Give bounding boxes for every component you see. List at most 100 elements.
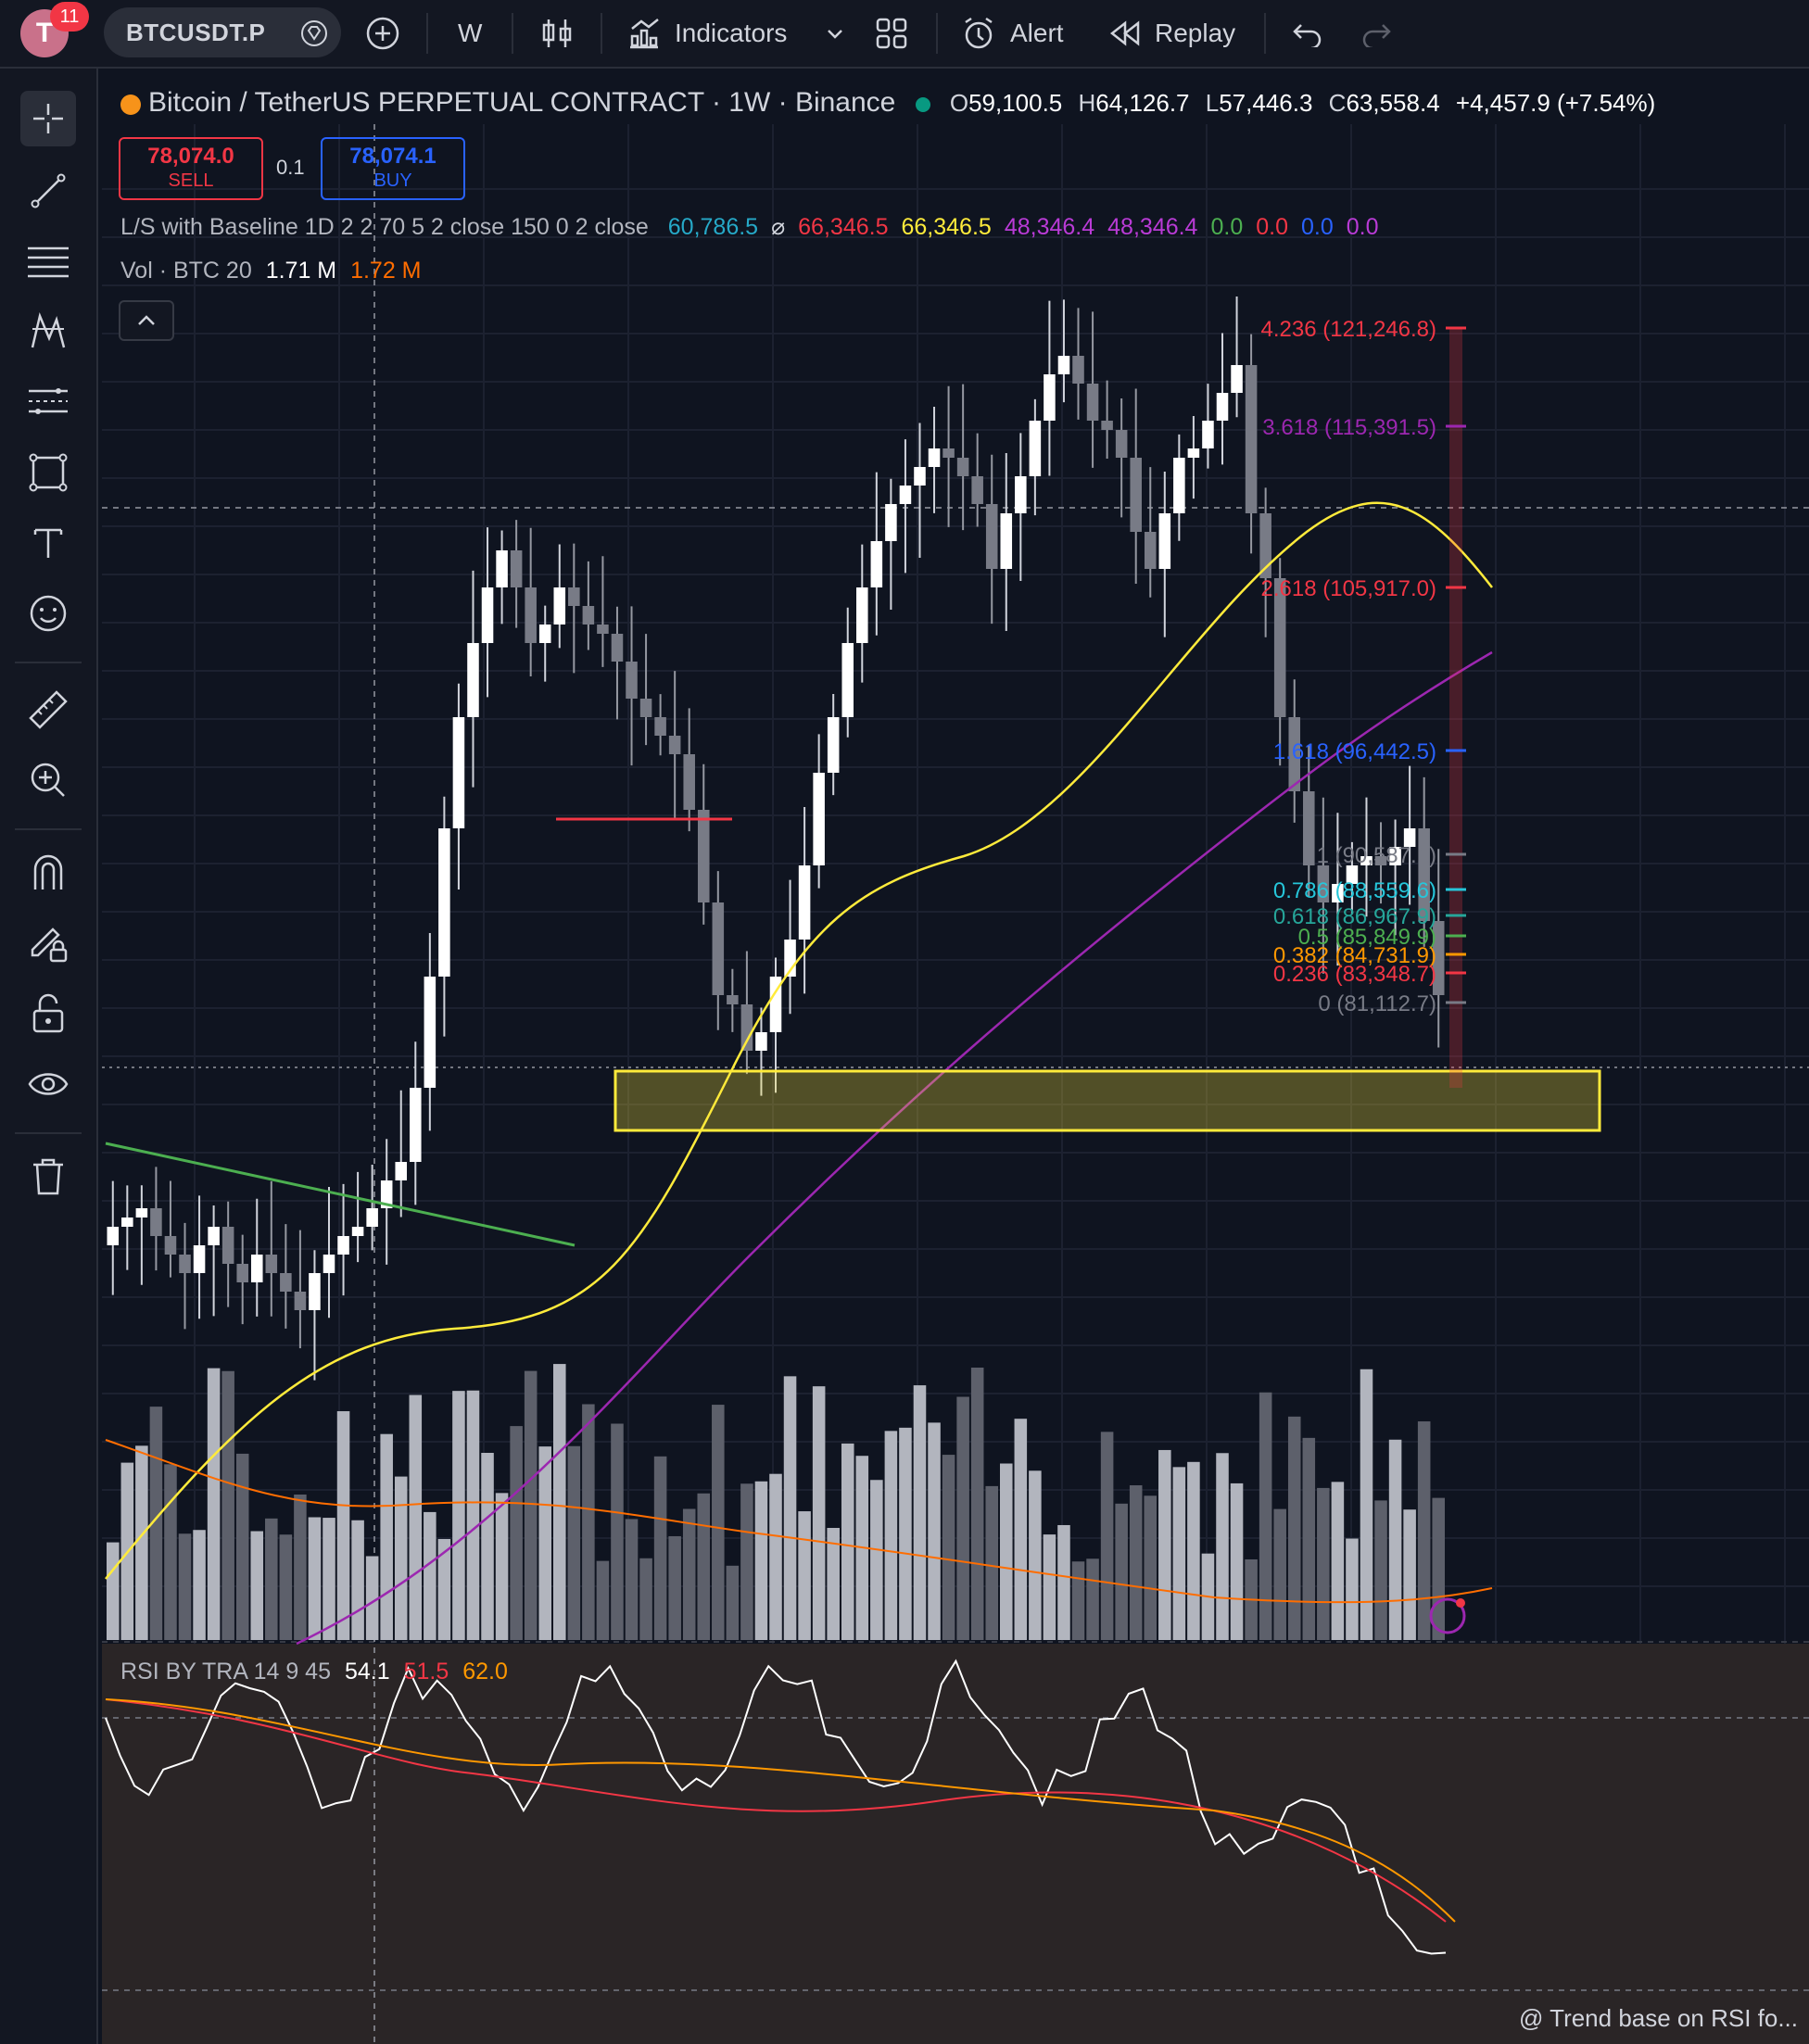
sell-button[interactable]: 78,074.0 SELL xyxy=(119,137,263,200)
chart-pane[interactable]: 4.236 (121,246.8) 3.618 (115,391.5) 2.618 … xyxy=(102,69,1809,2044)
rsi-name: RSI BY TRA 14 9 45 xyxy=(120,1659,331,1684)
indicator-note-text: @ Trend base on RSI fo... xyxy=(1519,2004,1798,2032)
indicators-dropdown[interactable] xyxy=(825,13,845,54)
shapes-tool[interactable] xyxy=(20,445,76,500)
indicator-legend[interactable]: L/S with Baseline 1D 2 2 70 5 2 close 15… xyxy=(120,213,1379,241)
forecast-tool[interactable] xyxy=(20,374,76,430)
pattern-tool[interactable] xyxy=(20,304,76,360)
volume-bar xyxy=(221,1370,234,1640)
volume-bar xyxy=(1129,1485,1143,1640)
collapse-legend-button[interactable] xyxy=(119,300,174,341)
drawing-toolbar xyxy=(0,69,98,2044)
emoji-tool[interactable] xyxy=(20,586,76,641)
candle-body xyxy=(1187,448,1200,458)
volume-bar xyxy=(567,1445,581,1640)
quantity-value[interactable]: 0.1 xyxy=(276,156,305,180)
interval-button[interactable]: W xyxy=(458,13,482,54)
volume-ma: 1.72 M xyxy=(350,258,422,284)
separator xyxy=(15,828,82,830)
volume-bar xyxy=(323,1518,335,1640)
indicators-button[interactable]: Indicators xyxy=(626,13,787,54)
volume-bar xyxy=(207,1368,221,1640)
volume-bar xyxy=(1144,1495,1158,1640)
replay-button[interactable]: Replay xyxy=(1108,13,1235,54)
ruler-tool[interactable] xyxy=(20,682,76,738)
alert-icon xyxy=(965,17,993,49)
redo-icon xyxy=(1362,24,1391,47)
volume-bar xyxy=(870,1480,883,1640)
candle-body xyxy=(942,448,955,458)
volume-bar xyxy=(1273,1508,1286,1640)
volume-bar xyxy=(754,1481,768,1640)
volume-bar xyxy=(1158,1449,1171,1640)
notification-badge: 11 xyxy=(50,2,89,32)
candle-body xyxy=(1202,421,1214,448)
candle-body xyxy=(856,587,868,643)
symbol-search-button[interactable]: BTCUSDT.P xyxy=(104,7,341,57)
unlock-tool[interactable] xyxy=(20,986,76,1041)
candle-body xyxy=(351,1227,364,1236)
volume-bar xyxy=(1216,1453,1229,1640)
unlock-icon xyxy=(32,993,64,1033)
zoom-in-tool[interactable] xyxy=(20,752,76,808)
candle-body xyxy=(1057,356,1070,374)
candle-body xyxy=(1086,384,1099,421)
indicator-value: ⌀ xyxy=(771,214,786,240)
candle-body xyxy=(538,625,551,643)
add-symbol-button[interactable] xyxy=(365,13,400,54)
rsi-legend[interactable]: RSI BY TRA 14 9 45 54.1 51.5 62.0 xyxy=(120,1659,508,1685)
emoji-icon xyxy=(30,595,67,632)
remove-drawings-tool[interactable] xyxy=(20,1149,76,1205)
volume-bar xyxy=(1000,1463,1013,1640)
candle-body xyxy=(654,717,666,736)
chevron-up-icon xyxy=(138,315,155,325)
text-tool[interactable] xyxy=(20,515,76,571)
open-label: O xyxy=(949,89,969,117)
volume-bar xyxy=(235,1453,249,1640)
volume-bar xyxy=(1259,1392,1272,1640)
candle-body xyxy=(885,504,897,541)
indicators-icon xyxy=(630,19,659,49)
separator xyxy=(1264,13,1266,54)
volume-bar xyxy=(899,1427,912,1640)
volume-legend[interactable]: Vol · BTC 20 1.71 M 1.72 M xyxy=(120,258,422,284)
volume-bar xyxy=(466,1390,480,1640)
fib-level-label: 0.786 (88,559.6) xyxy=(1273,878,1436,903)
candle-body xyxy=(337,1236,349,1255)
eye-icon xyxy=(28,1073,69,1095)
undo-button[interactable] xyxy=(1292,13,1323,54)
layout-button[interactable] xyxy=(875,13,908,54)
redo-button[interactable] xyxy=(1360,13,1392,54)
candle-body xyxy=(424,977,436,1088)
alert-button[interactable]: Alert xyxy=(960,13,1064,54)
candle-body xyxy=(452,717,465,828)
buy-button[interactable]: 78,074.1 BUY xyxy=(321,137,465,200)
fib-tool[interactable] xyxy=(20,233,76,289)
trash-icon xyxy=(33,1158,63,1195)
candle-body xyxy=(1115,430,1128,458)
volume-bar xyxy=(279,1534,293,1640)
candle-body xyxy=(179,1255,191,1273)
hide-tool[interactable] xyxy=(20,1056,76,1112)
price-chart[interactable]: 4.236 (121,246.8) 3.618 (115,391.5) 2.618 … xyxy=(102,69,1809,2044)
trendline-tool[interactable] xyxy=(20,163,76,219)
alert-label: Alert xyxy=(1010,19,1064,47)
indicator-value: 48,346.4 xyxy=(1107,214,1198,240)
chart-type-button[interactable] xyxy=(541,13,573,54)
volume-bar xyxy=(380,1433,393,1640)
crosshair-tool[interactable] xyxy=(20,91,76,146)
rsi-level: 62.0 xyxy=(462,1659,508,1684)
candle-body xyxy=(956,458,969,476)
buy-price: 78,074.1 xyxy=(349,144,436,169)
magnet-tool[interactable] xyxy=(20,845,76,901)
lock-draw-icon xyxy=(31,927,68,963)
candle-body xyxy=(135,1208,148,1218)
volume-bar xyxy=(495,1493,509,1640)
volume-bar xyxy=(582,1404,595,1640)
rsi-pane-bg xyxy=(102,1644,1809,2044)
candle-body xyxy=(841,643,854,717)
volume-bar xyxy=(970,1367,984,1640)
rsi-value: 54.1 xyxy=(344,1659,390,1684)
fib-icon xyxy=(28,246,69,278)
lock-draw-tool[interactable] xyxy=(20,915,76,971)
